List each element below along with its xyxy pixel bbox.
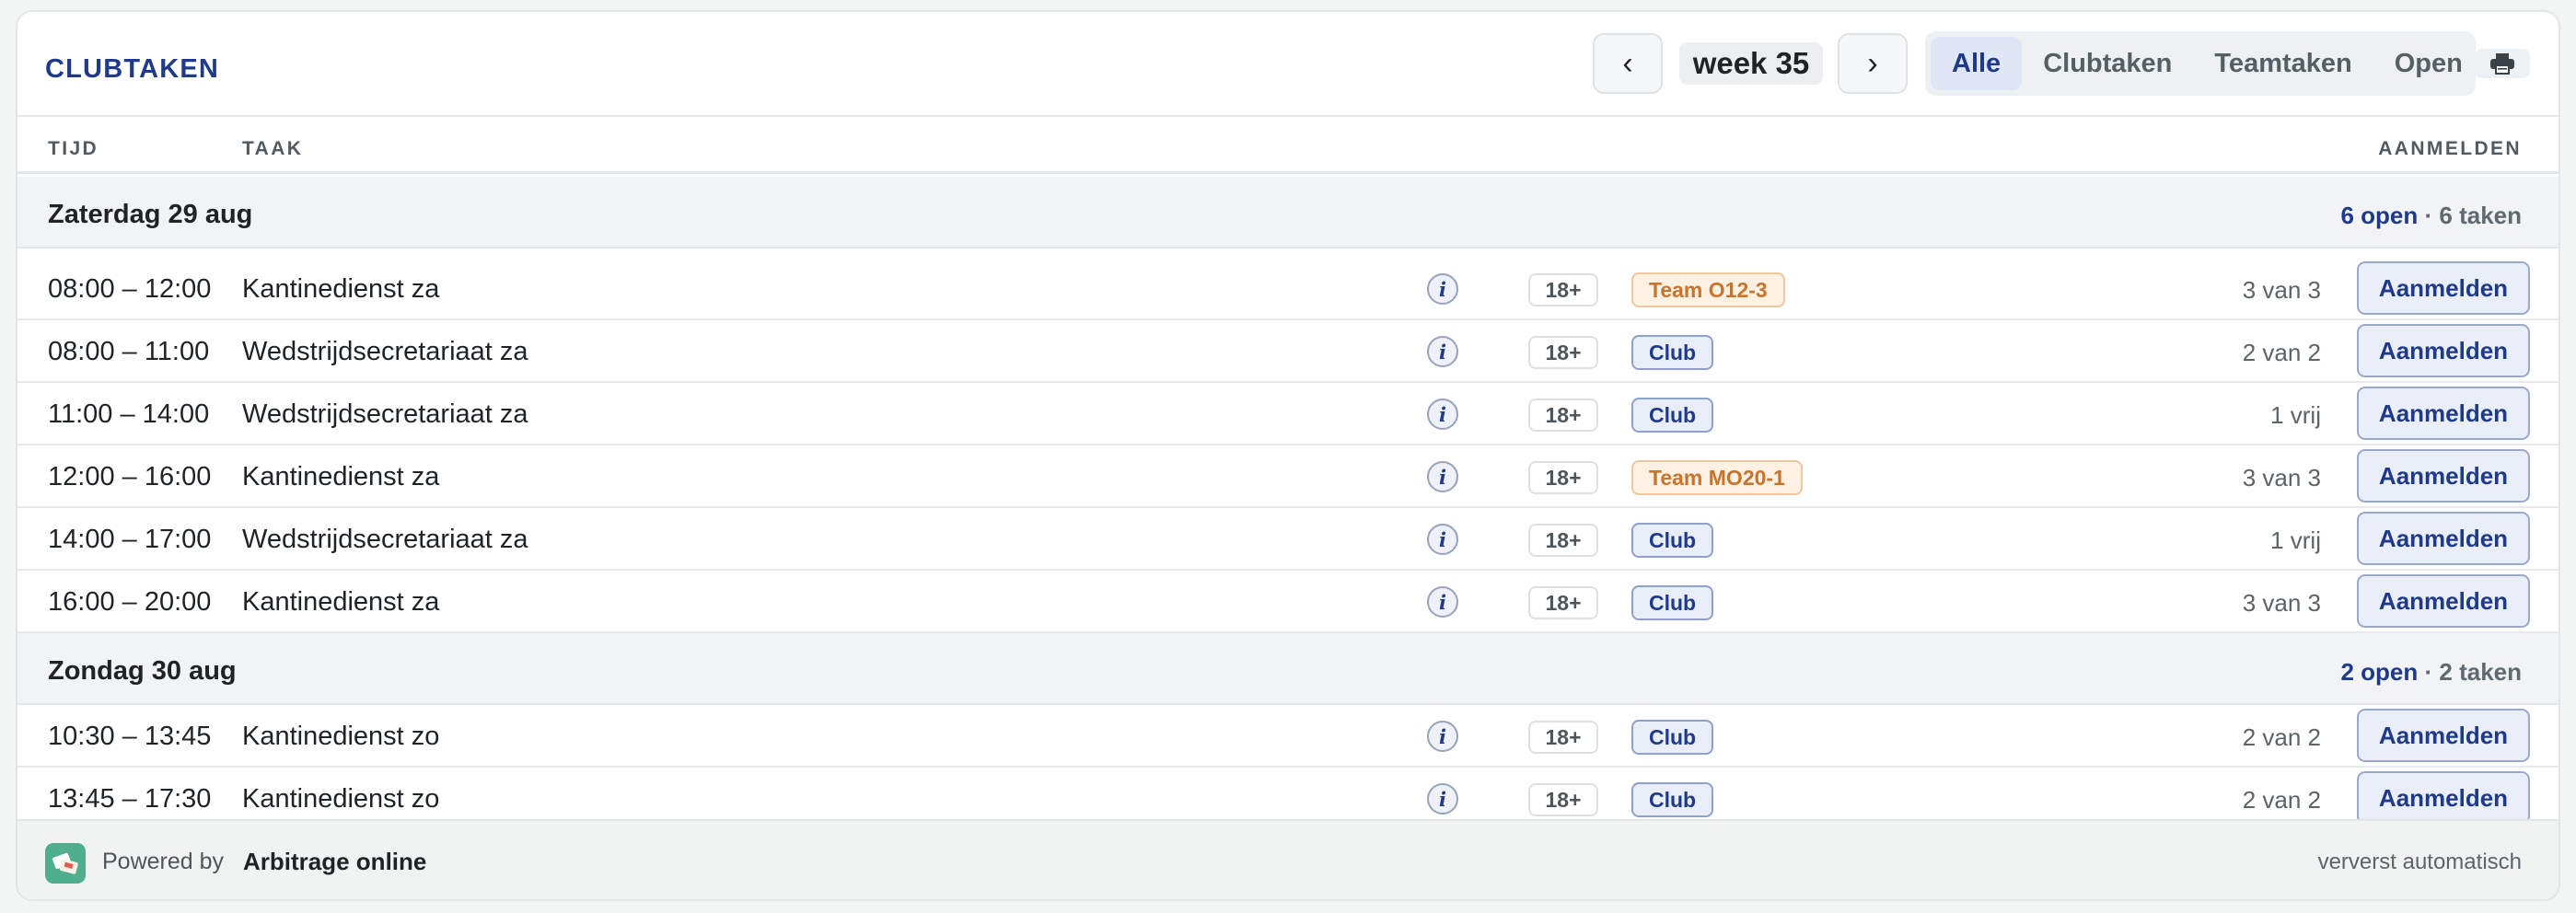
age-badge: 18+	[1528, 273, 1598, 306]
table-row: 10:30 – 13:45 Kantinedienst zo i 18+ Clu…	[17, 705, 2559, 768]
refresh-status: ververst automatisch	[2317, 849, 2522, 874]
signup-button[interactable]: Aanmelden	[2357, 324, 2530, 377]
previous-week-button[interactable]: ‹	[1593, 33, 1663, 94]
task-time: 13:45 – 17:30	[48, 784, 212, 814]
age-badge: 18+	[1528, 524, 1598, 557]
day-name: Zondag 30 aug	[48, 656, 237, 686]
signup-button[interactable]: Aanmelden	[2357, 449, 2530, 503]
task-time: 16:00 – 20:00	[48, 587, 212, 617]
task-time: 14:00 – 17:00	[48, 525, 212, 554]
club-badge: Club	[1631, 720, 1714, 755]
info-icon[interactable]: i	[1427, 273, 1458, 305]
age-badge: 18+	[1528, 586, 1598, 619]
day-name: Zaterdag 29 aug	[48, 200, 253, 229]
task-name: Wedstrijdsecretariaat za	[242, 337, 528, 366]
task-name: Wedstrijdsecretariaat za	[242, 399, 528, 429]
clubtaken-widget: CLUBTAKEN ‹ week 35 › Alle Clubtaken Tea…	[16, 10, 2560, 901]
info-icon[interactable]: i	[1427, 586, 1458, 618]
task-time: 11:00 – 14:00	[48, 399, 210, 429]
info-icon[interactable]: i	[1427, 524, 1458, 555]
day-open-count: 6 open	[2340, 202, 2419, 229]
task-time: 08:00 – 11:00	[48, 337, 210, 366]
powered-by-label: Powered by	[102, 849, 225, 874]
chevron-left-icon: ‹	[1622, 45, 1633, 81]
week-label: week 35	[1679, 42, 1823, 85]
signup-button[interactable]: Aanmelden	[2357, 709, 2530, 762]
day-summary: 2 open · 2 taken	[2340, 658, 2522, 687]
print-button[interactable]	[2475, 49, 2530, 78]
table-row: 16:00 – 20:00 Kantinedienst za i 18+ Clu…	[17, 571, 2559, 633]
availability: 3 van 3	[2242, 589, 2321, 617]
signup-button[interactable]: Aanmelden	[2357, 387, 2530, 440]
availability: 2 van 2	[2242, 723, 2321, 751]
task-name: Kantinedienst zo	[242, 784, 440, 814]
age-badge: 18+	[1528, 336, 1598, 369]
day-summary: 6 open · 6 taken	[2340, 202, 2522, 230]
day-open-count: 2 open	[2340, 658, 2419, 686]
age-badge: 18+	[1528, 461, 1598, 494]
arbitrage-logo-icon	[45, 843, 86, 884]
age-badge: 18+	[1528, 783, 1598, 816]
info-icon[interactable]: i	[1427, 721, 1458, 752]
task-name: Kantinedienst za	[242, 587, 440, 617]
widget-title: CLUBTAKEN	[45, 54, 220, 84]
tab-teamtaken[interactable]: Teamtaken	[2193, 37, 2373, 90]
day-total-count: 2 taken	[2439, 658, 2522, 686]
availability: 3 van 3	[2242, 464, 2321, 491]
availability: 3 van 3	[2242, 276, 2321, 304]
table-row: 12:00 – 16:00 Kantinedienst za i 18+ Tea…	[17, 445, 2559, 508]
task-time: 10:30 – 13:45	[48, 722, 212, 751]
day-total-count: 6 taken	[2439, 202, 2522, 229]
table-row: 08:00 – 11:00 Wedstrijdsecretariaat za i…	[17, 320, 2559, 383]
table-row: 08:00 – 12:00 Kantinedienst za i 18+ Tea…	[17, 258, 2559, 320]
task-name: Kantinedienst zo	[242, 722, 440, 751]
info-icon[interactable]: i	[1427, 461, 1458, 492]
chevron-right-icon: ›	[1867, 45, 1878, 81]
column-header: TIJD TAAK AANMELDEN	[17, 117, 2559, 174]
widget-header: CLUBTAKEN ‹ week 35 › Alle Clubtaken Tea…	[17, 12, 2559, 117]
task-name: Wedstrijdsecretariaat za	[242, 525, 528, 554]
filter-tabs: Alle Clubtaken Teamtaken Open	[1925, 31, 2476, 96]
availability: 2 van 2	[2242, 339, 2321, 366]
widget-footer: Powered by Arbitrage online ververst aut…	[17, 819, 2559, 899]
signup-button[interactable]: Aanmelden	[2357, 771, 2530, 825]
club-badge: Club	[1631, 585, 1714, 620]
task-time: 12:00 – 16:00	[48, 462, 212, 491]
day-header: Zondag 30 aug 2 open · 2 taken	[17, 633, 2559, 705]
signup-button[interactable]: Aanmelden	[2357, 574, 2530, 628]
summary-separator: ·	[2418, 658, 2440, 686]
info-icon[interactable]: i	[1427, 783, 1458, 815]
availability: 1 vrij	[2270, 401, 2321, 429]
next-week-button[interactable]: ›	[1838, 33, 1908, 94]
tab-clubtaken[interactable]: Clubtaken	[2022, 37, 2193, 90]
printer-icon	[2490, 53, 2514, 75]
task-time: 08:00 – 12:00	[48, 274, 212, 304]
club-badge: Club	[1631, 335, 1714, 370]
tab-alle[interactable]: Alle	[1931, 37, 2023, 90]
brand-link[interactable]: Arbitrage online	[243, 848, 426, 876]
club-badge: Club	[1631, 523, 1714, 558]
availability: 2 van 2	[2242, 786, 2321, 814]
club-badge: Club	[1631, 782, 1714, 817]
club-badge: Club	[1631, 398, 1714, 433]
age-badge: 18+	[1528, 399, 1598, 432]
team-badge: Team MO20-1	[1631, 460, 1803, 495]
availability: 1 vrij	[2270, 526, 2321, 554]
summary-separator: ·	[2418, 202, 2440, 229]
team-badge: Team O12-3	[1631, 272, 1785, 307]
age-badge: 18+	[1528, 721, 1598, 754]
info-icon[interactable]: i	[1427, 399, 1458, 430]
day-header: Zaterdag 29 aug 6 open · 6 taken	[17, 177, 2559, 248]
table-row: 14:00 – 17:00 Wedstrijdsecretariaat za i…	[17, 508, 2559, 571]
signup-button[interactable]: Aanmelden	[2357, 261, 2530, 315]
table-row: 11:00 – 14:00 Wedstrijdsecretariaat za i…	[17, 383, 2559, 445]
column-task: TAAK	[242, 138, 304, 159]
column-time: TIJD	[48, 138, 99, 159]
tab-open[interactable]: Open	[2373, 37, 2484, 90]
task-name: Kantinedienst za	[242, 274, 440, 304]
column-signup: AANMELDEN	[2378, 138, 2522, 159]
task-name: Kantinedienst za	[242, 462, 440, 491]
info-icon[interactable]: i	[1427, 336, 1458, 367]
signup-button[interactable]: Aanmelden	[2357, 512, 2530, 565]
